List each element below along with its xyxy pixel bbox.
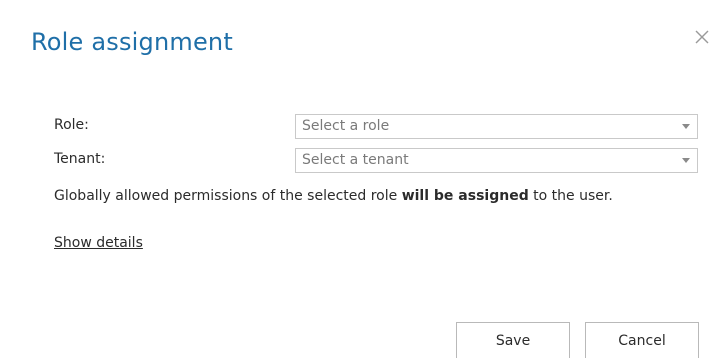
- role-select[interactable]: Select a role: [295, 114, 698, 139]
- dropdown-arrow-icon: [682, 124, 690, 130]
- note-prefix: Globally allowed permissions of the sele…: [54, 188, 402, 204]
- role-row: Role: Select a role: [54, 114, 699, 139]
- role-select-placeholder: Select a role: [302, 118, 390, 134]
- dropdown-arrow-icon: [682, 158, 690, 164]
- tenant-label: Tenant:: [54, 151, 106, 167]
- tenant-row: Tenant: Select a tenant: [54, 148, 699, 173]
- save-button[interactable]: Save: [456, 322, 570, 358]
- permissions-note: Globally allowed permissions of the sele…: [54, 188, 613, 204]
- tenant-select[interactable]: Select a tenant: [295, 148, 698, 173]
- cancel-button[interactable]: Cancel: [585, 322, 699, 358]
- note-suffix: to the user.: [528, 188, 613, 204]
- close-icon[interactable]: [693, 28, 711, 46]
- tenant-select-placeholder: Select a tenant: [302, 152, 409, 168]
- show-details-link[interactable]: Show details: [54, 235, 143, 251]
- note-emphasis: will be assigned: [401, 188, 529, 204]
- role-assignment-dialog: Role assignment Role: Select a role Tena…: [0, 0, 718, 358]
- role-label: Role:: [54, 117, 89, 133]
- dialog-title: Role assignment: [31, 28, 233, 56]
